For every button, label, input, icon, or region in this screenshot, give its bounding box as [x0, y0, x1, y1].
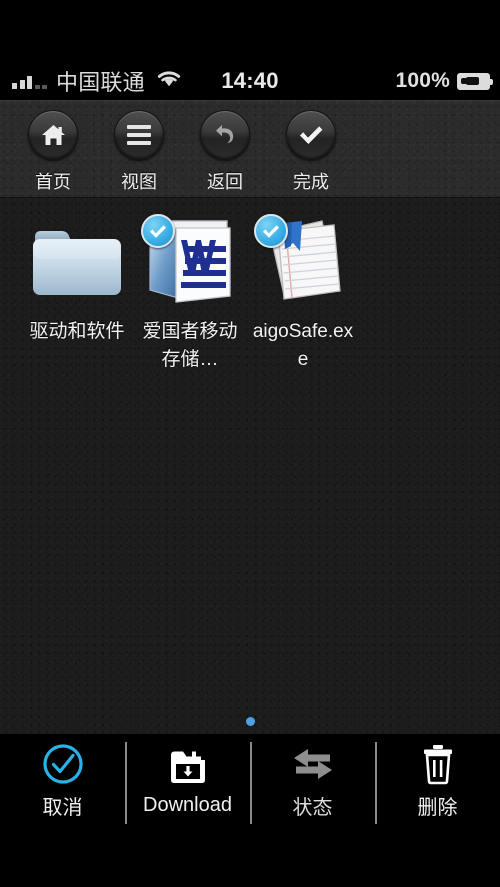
- bottom-label-status: 状态: [292, 796, 333, 819]
- circle-check-icon: [41, 741, 85, 787]
- toolbar-label-view: 视图: [121, 172, 157, 192]
- page-indicator[interactable]: [0, 717, 500, 726]
- undo-back-icon: [200, 110, 250, 160]
- file-grid: 驱动和软件 爱国者移动存储… aigoSafe.exe: [0, 198, 500, 374]
- file-item-text-document[interactable]: aigoSafe.exe: [248, 212, 358, 374]
- check-done-icon: [286, 110, 336, 160]
- bottom-label-download: Download: [143, 793, 232, 816]
- battery-charging-icon: [457, 72, 493, 90]
- toolbar-label-back: 返回: [207, 172, 243, 192]
- file-icon-wrap: [26, 212, 128, 312]
- toolbar-button-done[interactable]: 完成: [268, 110, 354, 194]
- bottom-button-delete[interactable]: 删除: [375, 734, 500, 840]
- status-bar-right: 100%: [395, 69, 500, 93]
- file-browser-area: 驱动和软件 爱国者移动存储… aigoSafe.exe: [0, 198, 500, 734]
- folder-icon: [33, 231, 121, 295]
- carrier-label: 中国联通: [56, 70, 145, 95]
- file-item-word-document[interactable]: 爱国者移动存储…: [135, 212, 245, 374]
- selection-check-badge: [254, 214, 288, 248]
- phone-screen: 中国联通 14:40 100% 首页 视图 返回 完成 驱动和软件 爱国者移动存…: [0, 0, 500, 887]
- file-label: 驱动和软件: [29, 321, 125, 342]
- bottom-label-cancel: 取消: [42, 796, 83, 819]
- file-icon-wrap: [139, 212, 241, 312]
- toolbar-label-home: 首页: [35, 172, 71, 192]
- toolbar-button-back[interactable]: 返回: [182, 110, 268, 194]
- bottom-button-download[interactable]: Download: [125, 734, 250, 840]
- folder-download-icon: [167, 744, 209, 790]
- toolbar-button-home[interactable]: 首页: [10, 110, 96, 194]
- page-dot-active[interactable]: [245, 717, 255, 726]
- file-label: 爱国者移动存储…: [142, 321, 238, 370]
- file-icon-wrap: [252, 212, 354, 312]
- bottom-button-status[interactable]: 状态: [250, 734, 375, 840]
- file-label: aigoSafe.exe: [252, 321, 354, 370]
- bottom-button-cancel[interactable]: 取消: [0, 734, 125, 840]
- bottom-toolbar: 取消 Download 状态 删除: [0, 734, 500, 840]
- list-view-icon: [114, 110, 164, 160]
- toolbar-button-view[interactable]: 视图: [96, 110, 182, 194]
- home-icon: [28, 110, 78, 160]
- status-bar-left: 中国联通: [0, 65, 182, 97]
- transfer-arrows-icon: [290, 741, 336, 787]
- top-toolbar: 首页 视图 返回 完成: [0, 100, 500, 198]
- letterbox-bottom: [0, 840, 500, 887]
- bottom-label-delete: 删除: [417, 796, 458, 819]
- file-item-folder[interactable]: 驱动和软件: [22, 212, 132, 374]
- trash-icon: [420, 741, 456, 787]
- wifi-icon: [156, 69, 182, 94]
- status-bar: 中国联通 14:40 100%: [0, 62, 500, 100]
- battery-percent-label: 100%: [395, 69, 450, 92]
- letterbox-top: [0, 0, 500, 62]
- selection-check-badge: [141, 214, 175, 248]
- toolbar-label-done: 完成: [293, 172, 329, 192]
- signal-bars-icon: [12, 73, 47, 89]
